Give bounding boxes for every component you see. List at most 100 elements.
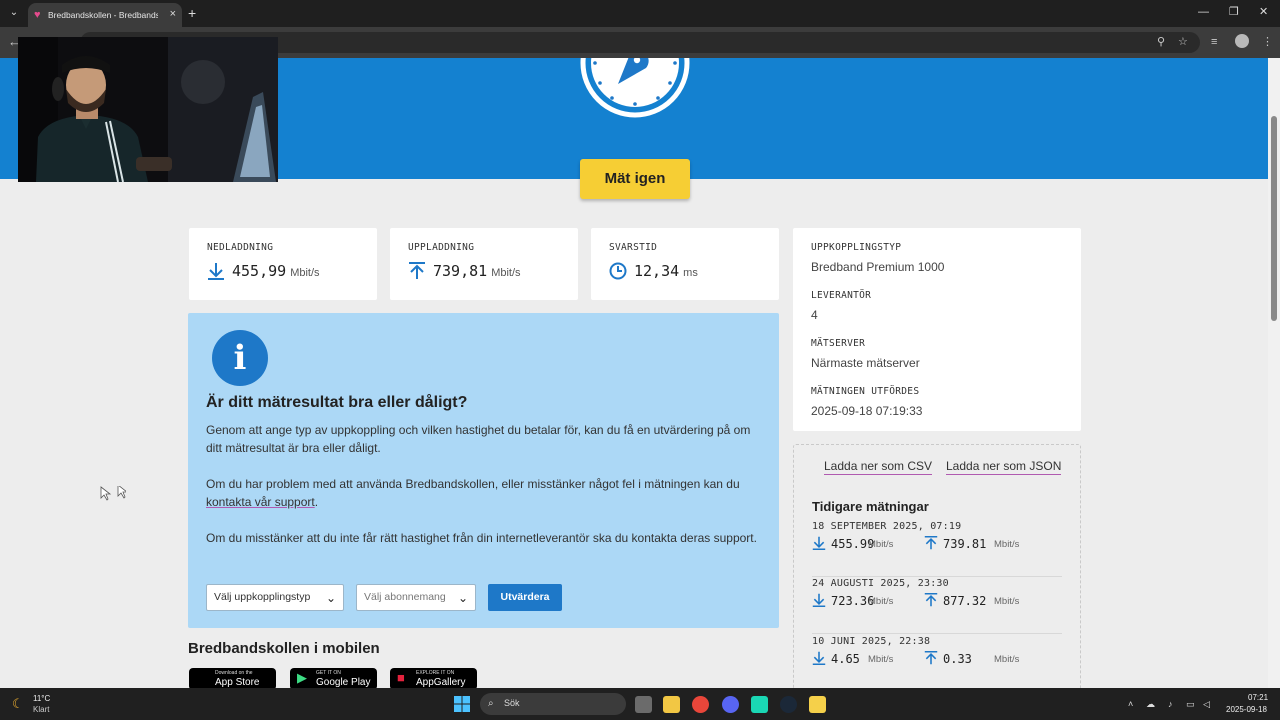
latency-value: 12,34 ms [634, 262, 698, 280]
webcam-overlay [18, 37, 278, 182]
heart-icon: ♥ [34, 9, 41, 21]
microphone-icon[interactable]: ♪ [1168, 698, 1173, 710]
close-window-icon[interactable]: ✕ [1259, 5, 1268, 19]
performed-value: 2025-09-18 07:19:33 [811, 404, 923, 418]
arrow-up-icon [924, 593, 938, 607]
download-stat-card: NEDLADDNING 455,99 Mbit/s [189, 228, 377, 300]
history-upload-value: 877.32 [943, 594, 987, 608]
arrow-up-icon [924, 536, 938, 550]
file-explorer-icon[interactable] [663, 696, 680, 713]
app-gallery-badge[interactable]: ■ EXPLORE IT ON AppGallery [390, 668, 477, 688]
steam-icon[interactable] [780, 696, 797, 713]
upload-stat-card: UPPLADDNING 739,81 Mbit/s [390, 228, 578, 300]
speedometer-icon [580, 58, 690, 118]
discord-icon[interactable] [722, 696, 739, 713]
weather-temperature[interactable]: 11°C [33, 694, 50, 703]
mobile-heading: Bredbandskollen i mobilen [188, 640, 380, 657]
latency-label: SVARSTID [609, 242, 658, 253]
performed-label: MÄTNINGEN UTFÖRDES [811, 386, 920, 397]
upload-value: 739,81 Mbit/s [433, 262, 521, 280]
browser-tab-bar: ⌄ ♥ Bredbandskollen - Bredbandskollen × … [0, 0, 1280, 27]
task-view-icon[interactable] [635, 696, 652, 713]
huawei-icon: ■ [397, 670, 405, 685]
server-value: Närmaste mätserver [811, 356, 920, 370]
server-label: MÄTSERVER [811, 338, 866, 349]
arrow-up-icon [409, 262, 425, 279]
arrow-down-icon [208, 263, 224, 280]
info-icon: i [212, 330, 268, 386]
clock-icon [609, 262, 627, 280]
search-icon: ⌕ [488, 698, 494, 709]
clock-time[interactable]: 07:21 [1248, 693, 1268, 702]
history-upload-unit: Mbit/s [994, 654, 1020, 665]
history-date: 10 JUNI 2025, 22:38 [812, 636, 931, 647]
chevron-down-icon: ⌄ [457, 591, 468, 605]
history-heading: Tidigare mätningar [812, 499, 929, 514]
history-upload-unit: Mbit/s [994, 539, 1020, 550]
arrow-down-icon [812, 651, 826, 665]
subscription-select[interactable]: Välj abonnemang ⌄ [356, 584, 476, 611]
history-download-unit: Mbit/s [868, 596, 894, 607]
connection-type-label: UPPKOPPLINGSTYP [811, 242, 902, 253]
evaluation-heading: Är ditt mätresultat bra eller dåligt? [206, 394, 468, 411]
minimize-icon[interactable]: — [1198, 5, 1209, 19]
tab-title: Bredbandskollen - Bredbandskollen [48, 10, 158, 20]
arrow-down-icon [812, 536, 826, 550]
browser-tab[interactable]: ♥ Bredbandskollen - Bredbandskollen × [28, 3, 182, 27]
volume-icon[interactable]: ◁ [1203, 698, 1210, 710]
moon-weather-icon[interactable]: ☾ [12, 696, 24, 712]
history-panel: Ladda ner som CSV Ladda ner som JSON Tid… [793, 444, 1081, 688]
arrow-down-icon [812, 593, 826, 607]
page-scrollbar[interactable] [1268, 58, 1280, 688]
network-icon[interactable]: ▭ [1186, 698, 1195, 710]
profile-avatar[interactable] [1235, 34, 1249, 48]
history-upload-value: 739.81 [943, 537, 987, 551]
app-store-badge[interactable]: Download on the App Store [189, 668, 276, 688]
evaluate-button[interactable]: Utvärdera [488, 584, 562, 611]
play-icon: ▶ [297, 670, 307, 685]
chevron-down-icon: ⌄ [325, 591, 336, 605]
chrome-icon[interactable] [692, 696, 709, 713]
weather-condition[interactable]: Klart [33, 705, 49, 714]
close-tab-icon[interactable]: × [170, 7, 176, 21]
history-download-unit: Mbit/s [868, 539, 894, 550]
evaluation-paragraph-2: Om du har problem med att använda Bredba… [206, 477, 740, 509]
windows-start-icon[interactable] [454, 696, 470, 712]
google-play-badge[interactable]: ▶ GET IT ON Google Play [290, 668, 377, 688]
mouse-cursor-icon [100, 486, 126, 501]
chevron-up-icon[interactable]: ˄ [1128, 698, 1133, 710]
bookmark-star-icon[interactable]: ☆ [1178, 35, 1188, 49]
upload-label: UPPLADDNING [408, 242, 475, 253]
menu-kebab-icon[interactable]: ⋮ [1262, 35, 1273, 49]
history-download-value: 4.65 [831, 652, 860, 666]
history-item: 24 AUGUSTI 2025, 23:30 723.36 Mbit/s 877.32… [812, 578, 1062, 634]
history-upload-unit: Mbit/s [994, 596, 1020, 607]
clock-date[interactable]: 2025-09-18 [1226, 705, 1267, 714]
maximize-icon[interactable]: ❐ [1229, 5, 1239, 19]
reading-list-icon[interactable]: ≡ [1211, 35, 1217, 49]
cloud-icon[interactable]: ☁ [1146, 698, 1155, 710]
provider-label: LEVERANTÖR [811, 290, 872, 301]
measure-again-button[interactable]: Mät igen [580, 159, 690, 199]
connection-type-select[interactable]: Välj uppkopplingstyp ⌄ [206, 584, 344, 611]
history-date: 24 AUGUSTI 2025, 23:30 [812, 578, 949, 589]
tab-search-chevron-icon[interactable]: ⌄ [6, 5, 22, 21]
connection-type-value: Bredband Premium 1000 [811, 260, 945, 274]
location-pin-icon[interactable]: ⚲ [1157, 35, 1165, 49]
chat-app-icon[interactable] [751, 696, 768, 713]
download-label: NEDLADDNING [207, 242, 274, 253]
evaluation-paragraph-3: Om du misstänker att du inte får rätt ha… [206, 531, 757, 545]
new-tab-button[interactable]: + [188, 5, 196, 21]
download-value: 455,99 Mbit/s [232, 262, 320, 280]
windows-taskbar: ☾ 11°C Klart ⌕ Sök ˄ ☁ ♪ ▭ ◁ 07:21 2025-… [0, 688, 1280, 720]
download-json-link[interactable]: Ladda ner som JSON [946, 459, 1062, 475]
measurement-info-card: UPPKOPPLINGSTYP Bredband Premium 1000 LE… [793, 228, 1081, 431]
provider-value: 4 [811, 308, 818, 322]
support-link[interactable]: kontakta vår support [206, 495, 315, 509]
app-icon[interactable] [809, 696, 826, 713]
latency-stat-card: SVARSTID 12,34 ms [591, 228, 779, 300]
download-csv-link[interactable]: Ladda ner som CSV [824, 459, 933, 475]
history-item: 18 SEPTEMBER 2025, 07:19 455.99 Mbit/s 739.… [812, 521, 1062, 577]
scrollbar-thumb[interactable] [1271, 116, 1277, 321]
taskbar-search[interactable]: ⌕ Sök [480, 693, 626, 715]
